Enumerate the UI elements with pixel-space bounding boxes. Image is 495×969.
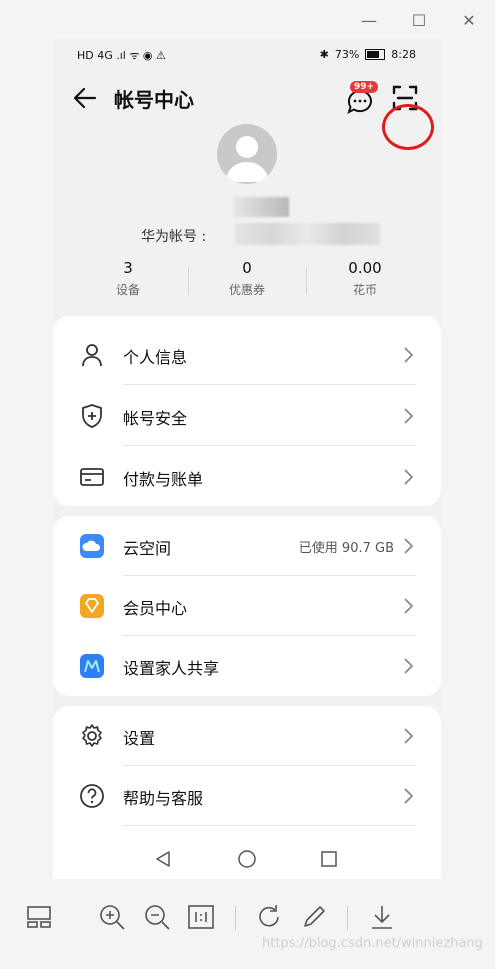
family-icon — [80, 654, 104, 678]
menu-item-personal-info[interactable]: 个人信息 — [53, 325, 441, 385]
divider — [123, 445, 416, 446]
close-button[interactable]: ✕ — [456, 8, 482, 32]
page-title: 帐号中心 — [114, 88, 194, 112]
menu-label: 设置家人共享 — [123, 659, 220, 678]
nav-recents-icon[interactable] — [319, 849, 339, 869]
stat-devices[interactable]: 3 设备 — [68, 259, 188, 298]
zoom-in-icon[interactable] — [97, 902, 127, 932]
rotate-icon[interactable] — [254, 902, 284, 932]
stat-value: 0 — [242, 259, 252, 277]
chevron-right-icon — [404, 469, 414, 485]
status-icons: HD 4G .ıl ᯤ ◉ ⚠ — [77, 49, 166, 62]
chevron-right-icon — [404, 598, 414, 614]
stat-coupons[interactable]: 0 优惠券 — [187, 259, 307, 298]
shield-icon — [82, 404, 102, 428]
menu-label: 付款与账单 — [123, 470, 204, 489]
menu-item-cloud[interactable]: 云空间 已使用 90.7 GB — [53, 516, 441, 576]
app-header: 帐号中心 99+ — [53, 69, 441, 150]
thumbnails-icon[interactable] — [24, 902, 54, 932]
gear-icon — [82, 724, 102, 747]
help-icon — [80, 784, 104, 808]
stat-label: 优惠券 — [228, 283, 265, 297]
edit-pen-icon[interactable] — [299, 902, 329, 932]
menu-label: 帐号安全 — [123, 409, 188, 428]
chevron-right-icon — [404, 408, 414, 424]
divider — [306, 267, 307, 295]
maximize-button[interactable]: ☐ — [406, 8, 432, 32]
stat-value: 3 — [123, 259, 133, 277]
cloud-usage: 已使用 90.7 GB — [298, 541, 394, 556]
stat-value: 0.00 — [348, 259, 382, 277]
chevron-right-icon — [404, 658, 414, 674]
phone-screen: HD 4G .ıl ᯤ ◉ ⚠ ✱ 73% 8:28 帐号中心 99+ 华为帐号… — [53, 39, 441, 879]
stat-coins[interactable]: 0.00 花币 — [305, 259, 425, 298]
menu-item-vip[interactable]: 会员中心 — [53, 576, 441, 636]
stat-label: 花币 — [352, 283, 377, 297]
battery-percent: 73% — [334, 48, 360, 61]
download-icon[interactable] — [367, 902, 397, 932]
battery-icon — [365, 49, 386, 60]
menu-label: 会员中心 — [123, 599, 188, 618]
notification-badge: 99+ — [350, 81, 379, 93]
back-arrow-icon[interactable] — [71, 84, 99, 112]
nav-home-icon[interactable] — [237, 849, 257, 869]
menu-label: 云空间 — [123, 539, 172, 558]
menu-item-family-sharing[interactable]: 设置家人共享 — [53, 636, 441, 696]
huawei-id-redacted — [235, 223, 380, 245]
stats-row: 3 设备 0 优惠券 0.00 花币 — [53, 259, 441, 301]
chevron-right-icon — [404, 347, 414, 363]
watermark: https://blog.csdn.net/winniezhang — [262, 936, 483, 951]
account-card: 个人信息 帐号安全 付款与账单 — [53, 316, 441, 506]
menu-item-account-security[interactable]: 帐号安全 — [53, 386, 441, 446]
chevron-right-icon — [404, 538, 414, 554]
person-icon — [82, 344, 102, 367]
services-card: 云空间 已使用 90.7 GB 会员中心 设置家人共享 — [53, 516, 441, 696]
card-icon — [80, 468, 104, 486]
menu-item-help[interactable]: 帮助与客服 — [53, 766, 441, 826]
nav-back-icon[interactable] — [153, 849, 173, 869]
minimize-button[interactable]: — — [356, 8, 382, 32]
menu-label: 个人信息 — [123, 348, 188, 367]
chevron-right-icon — [404, 788, 414, 804]
actual-size-icon[interactable] — [186, 902, 216, 932]
menu-label: 帮助与客服 — [123, 789, 204, 808]
chevron-right-icon — [404, 728, 414, 744]
divider — [188, 267, 189, 295]
status-bar: HD 4G .ıl ᯤ ◉ ⚠ ✱ 73% 8:28 — [53, 39, 441, 69]
menu-item-settings[interactable]: 设置 — [53, 706, 441, 766]
highlight-circle — [382, 104, 434, 150]
navigation-bar — [53, 839, 441, 879]
bluetooth-icon: ✱ — [319, 48, 329, 61]
diamond-icon — [80, 594, 104, 618]
avatar[interactable] — [217, 124, 277, 184]
menu-item-payment[interactable]: 付款与账单 — [53, 447, 441, 507]
toolbar-divider — [235, 906, 236, 930]
username-redacted — [233, 197, 289, 217]
huawei-id-label: 华为帐号 : — [141, 229, 207, 245]
menu-label: 设置 — [123, 729, 156, 748]
avatar-person-icon — [225, 136, 269, 182]
stat-label: 设备 — [115, 283, 140, 297]
zoom-out-icon[interactable] — [142, 902, 172, 932]
clock: 8:28 — [391, 48, 416, 61]
divider — [123, 825, 416, 826]
cloud-icon — [80, 534, 104, 558]
divider — [123, 384, 416, 385]
toolbar-divider — [347, 906, 348, 930]
